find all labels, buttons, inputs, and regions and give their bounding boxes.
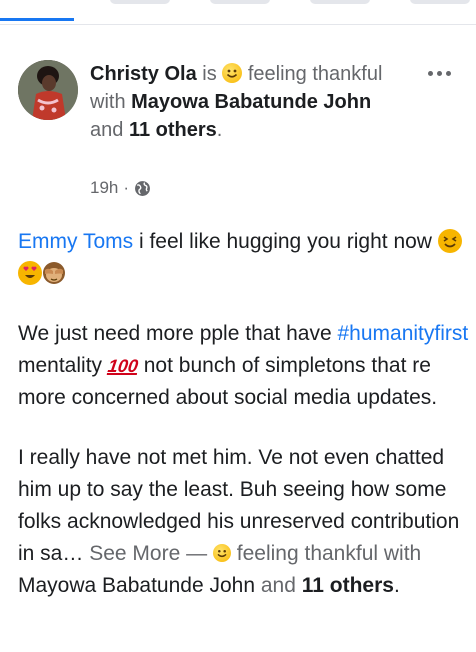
tab-strip	[0, 0, 476, 24]
heart-eyes-emoji-icon	[18, 261, 42, 285]
footer-period: .	[393, 574, 400, 597]
active-tab-indicator	[0, 18, 74, 21]
dash: —	[186, 542, 208, 565]
body-paragraph-2: We just need more pple that have #humani…	[18, 318, 470, 414]
is-text: is	[202, 63, 217, 85]
tab-ghost[interactable]	[210, 0, 270, 4]
body-paragraph-1: Emmy Toms i feel like hugging you right …	[18, 226, 470, 290]
tagged-person-link[interactable]: Mayowa Babatunde John	[131, 91, 371, 113]
divider	[0, 24, 476, 25]
author-name[interactable]: Christy Ola	[90, 63, 197, 85]
and-text: and	[90, 119, 124, 141]
post-time[interactable]: 19h	[90, 178, 118, 198]
tab-ghost[interactable]	[110, 0, 170, 4]
see-no-evil-monkey-emoji-icon	[42, 261, 66, 285]
see-more-link[interactable]: See More	[89, 542, 180, 565]
body-text: mentality	[18, 354, 108, 377]
meta-separator: ·	[123, 178, 130, 197]
mention-link[interactable]: Emmy Toms	[18, 230, 133, 253]
body-text: i feel like hugging you right now	[133, 230, 438, 253]
avatar-image	[18, 60, 78, 120]
post-body: Emmy Toms i feel like hugging you right …	[18, 226, 470, 602]
post-meta: 19h ·	[90, 178, 151, 198]
tab-ghost[interactable]	[310, 0, 370, 4]
tagged-others-link[interactable]: 11 others	[129, 119, 217, 141]
footer-tagged-person-link[interactable]: Mayowa Babatunde John	[18, 574, 255, 597]
post-screen: Christy Ola is feeling thankful with May…	[0, 0, 476, 652]
body-text: We just need more pple that have	[18, 322, 338, 345]
footer-tagged-others-link[interactable]: 11 others	[302, 574, 394, 597]
period: .	[216, 119, 223, 141]
body-paragraph-3: I really have not met him. Ve not even c…	[18, 442, 470, 602]
globe-icon[interactable]	[134, 180, 151, 197]
hundred-points-emoji-icon: 100	[106, 356, 140, 376]
avatar[interactable]	[18, 60, 78, 120]
grinning-squinting-emoji-icon	[437, 229, 462, 253]
post-header: Christy Ola is feeling thankful with May…	[90, 60, 390, 144]
smiling-face-emoji-icon	[222, 63, 243, 83]
smiling-face-emoji-icon	[212, 544, 231, 562]
more-options-icon[interactable]	[425, 64, 453, 82]
tab-ghost[interactable]	[410, 0, 470, 4]
footer-activity-text: feeling thankful with	[230, 542, 422, 565]
footer-and-text: and	[255, 574, 302, 597]
hashtag-link[interactable]: #humanityfirst	[337, 322, 468, 345]
